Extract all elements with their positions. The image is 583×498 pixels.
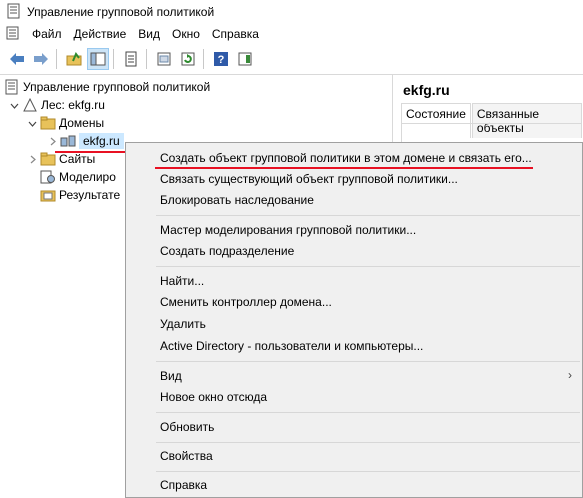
tree-node-label: Сайты — [59, 152, 96, 166]
window-title: Управление групповой политикой — [27, 5, 215, 19]
forward-arrow-icon[interactable] — [30, 48, 52, 70]
menu-item-find[interactable]: Найти... — [126, 270, 582, 292]
menu-window[interactable]: Окно — [168, 27, 208, 41]
tree-node-results[interactable]: Результате — [38, 186, 120, 204]
menu-item-create-gpo-link[interactable]: Создать объект групповой политики в этом… — [126, 147, 582, 169]
menu-item-new-ou[interactable]: Создать подразделение — [126, 240, 582, 262]
details-title: ekfg.ru — [403, 82, 450, 98]
menu-item-delete[interactable]: Удалить — [126, 313, 582, 335]
tree-node-forest[interactable]: Лес: ekfg.ru — [8, 96, 105, 114]
menu-item-properties[interactable]: Свойства — [126, 445, 582, 467]
highlight-underline — [55, 151, 135, 153]
export-list-icon[interactable] — [153, 48, 175, 70]
menu-separator — [156, 266, 580, 267]
context-menu: Создать объект групповой политики в этом… — [125, 142, 583, 498]
tree-node-label: Управление групповой политикой — [23, 80, 211, 94]
tree-node-label: ekfg.ru — [79, 133, 124, 149]
refresh-icon[interactable] — [177, 48, 199, 70]
menu-view[interactable]: Вид — [134, 27, 168, 41]
show-hide-tree-icon[interactable] — [87, 48, 109, 70]
modeling-icon — [40, 169, 56, 185]
system-menu-icon[interactable] — [6, 26, 20, 43]
menu-item-refresh[interactable]: Обновить — [126, 416, 582, 438]
chevron-down-icon[interactable] — [8, 99, 20, 111]
tree-node-modeling[interactable]: Моделиро — [38, 168, 116, 186]
chevron-down-icon[interactable] — [26, 117, 38, 129]
menu-separator — [156, 361, 580, 362]
tree-node-domain-ekfg[interactable]: ekfg.ru — [46, 132, 124, 150]
sites-folder-icon — [40, 151, 56, 167]
chevron-right-icon[interactable] — [46, 135, 58, 147]
results-icon — [40, 187, 56, 203]
domain-icon — [60, 133, 76, 149]
menu-item-change-dc[interactable]: Сменить контроллер домена... — [126, 291, 582, 313]
chevron-right-icon[interactable] — [26, 153, 38, 165]
title-bar: Управление групповой политикой — [0, 0, 583, 24]
menu-item-view[interactable]: Вид › — [126, 365, 582, 387]
menu-action[interactable]: Действие — [70, 27, 135, 41]
tree-node-label: Лес: ekfg.ru — [41, 98, 105, 112]
up-folder-icon[interactable] — [63, 48, 85, 70]
tree-node-domains[interactable]: Домены — [26, 114, 104, 132]
menu-item-link-existing-gpo[interactable]: Связать существующий объект групповой по… — [126, 168, 582, 190]
svg-text:?: ? — [218, 54, 225, 66]
properties-icon[interactable] — [120, 48, 142, 70]
submenu-arrow-icon: › — [568, 368, 572, 382]
menu-item-modeling-wizard[interactable]: Мастер моделирования групповой политики.… — [126, 219, 582, 241]
menu-item-block-inheritance[interactable]: Блокировать наследование — [126, 189, 582, 211]
toolbar-separator — [146, 49, 147, 69]
toolbar: ? — [0, 44, 583, 75]
tree-node-label: Домены — [59, 116, 105, 130]
menu-separator — [156, 442, 580, 443]
tree-node-label: Моделиро — [59, 170, 116, 184]
highlight-underline — [155, 167, 533, 169]
menu-item-new-window[interactable]: Новое окно отсюда — [126, 386, 582, 408]
menu-bar: Файл Действие Вид Окно Справка — [0, 24, 583, 44]
domains-folder-icon — [40, 115, 56, 131]
menu-item-help[interactable]: Справка — [126, 474, 582, 496]
menu-separator — [156, 412, 580, 413]
gpmc-node-icon — [4, 79, 20, 95]
menu-separator — [156, 215, 580, 216]
help-icon[interactable]: ? — [210, 48, 232, 70]
menu-item-ad-users-computers[interactable]: Active Directory - пользователи и компью… — [126, 335, 582, 357]
back-arrow-icon[interactable] — [6, 48, 28, 70]
menu-file[interactable]: Файл — [28, 27, 70, 41]
forest-icon — [22, 97, 38, 113]
menu-separator — [156, 471, 580, 472]
tree-node-label: Результате — [59, 188, 121, 202]
toolbar-separator — [113, 49, 114, 69]
tree-node-root[interactable]: Управление групповой политикой — [2, 78, 210, 96]
menu-help[interactable]: Справка — [208, 27, 267, 41]
toolbar-separator — [56, 49, 57, 69]
toolbar-separator — [203, 49, 204, 69]
gpmc-app-icon — [7, 3, 21, 22]
action-pane-icon[interactable] — [234, 48, 256, 70]
